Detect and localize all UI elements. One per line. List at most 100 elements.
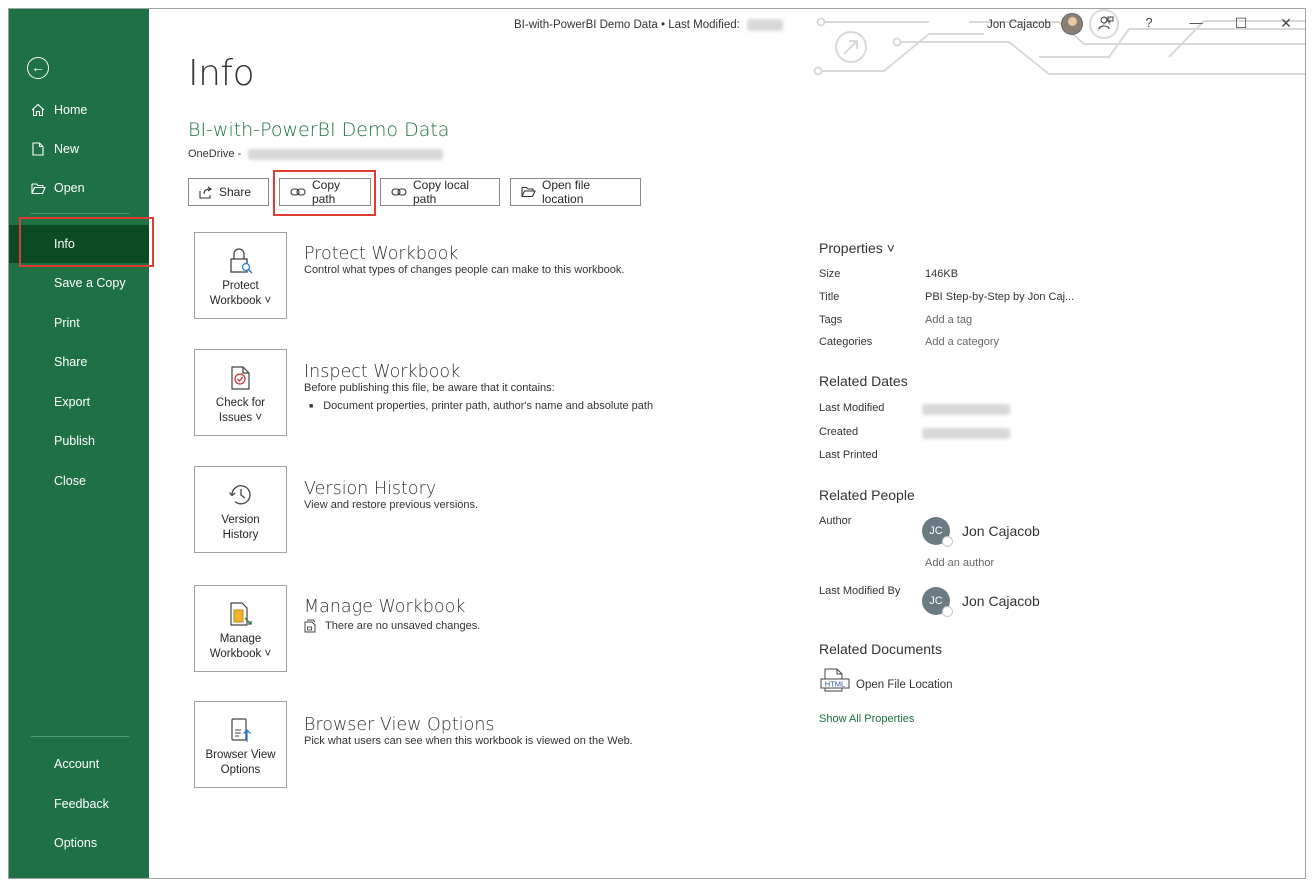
document-title-text: BI-with-PowerBI Demo Data • Last Modifie… — [514, 19, 740, 32]
blurred-created-date — [922, 428, 1010, 439]
property-value-title[interactable]: PBI Step-by-Step by Jon Caj... — [925, 291, 1074, 303]
author-name[interactable]: Jon Cajacob — [962, 523, 1040, 539]
sidebar-item-options[interactable]: Options — [9, 824, 149, 862]
sidebar-item-save-a-copy[interactable]: Save a Copy — [9, 264, 149, 302]
author-avatar[interactable]: JC — [922, 517, 953, 547]
browser-view-options-label: Browser View Options — [205, 749, 276, 776]
blurred-date — [747, 19, 784, 31]
sidebar-divider — [31, 736, 129, 737]
version-history-title: Version History — [304, 479, 437, 499]
share-icon — [199, 186, 213, 199]
manage-workbook-status: There are no unsaved changes. — [304, 619, 480, 633]
document-name: BI-with-PowerBI Demo Data — [188, 119, 450, 141]
manage-workbook-label: Manage Workbook ˅ — [209, 633, 272, 660]
sidebar-item-label: Share — [54, 355, 88, 369]
page-title: Info — [188, 53, 255, 94]
inspect-workbook-title: Inspect Workbook — [304, 362, 461, 382]
sidebar-item-print[interactable]: Print — [9, 304, 149, 342]
open-file-location-link[interactable]: Open File Location — [856, 679, 953, 691]
version-history-label: Version History — [221, 514, 260, 541]
protect-workbook-button[interactable]: Protect Workbook ˅ — [194, 232, 287, 319]
folder-open-icon — [521, 186, 536, 198]
sidebar-item-open[interactable]: Open — [9, 169, 149, 207]
sidebar-divider — [31, 213, 129, 214]
document-location: OneDrive - — [188, 148, 444, 160]
link-icon — [391, 187, 407, 197]
protect-workbook-label: Protect Workbook ˅ — [209, 280, 272, 307]
browser-view-options-title: Browser View Options — [304, 715, 495, 735]
show-all-properties-link[interactable]: Show All Properties — [819, 713, 914, 725]
browser-view-options-description: Pick what users can see when this workbo… — [304, 735, 633, 747]
window-title: BI-with-PowerBI Demo Data • Last Modifie… — [514, 19, 784, 32]
browser-view-options-button[interactable]: Browser View Options — [194, 701, 287, 788]
sidebar-item-label: Export — [54, 395, 91, 409]
sidebar-item-publish[interactable]: Publish — [9, 422, 149, 460]
minimize-icon[interactable]: — — [1186, 15, 1206, 30]
browser-view-icon — [226, 715, 256, 745]
version-history-button[interactable]: Version History — [194, 466, 287, 553]
last-modified-by-initials: JC — [929, 595, 943, 607]
last-modified-by-name[interactable]: Jon Cajacob — [962, 593, 1040, 609]
last-modified-by-label: Last Modified By — [819, 585, 901, 597]
feedback-person-icon[interactable] — [1096, 15, 1116, 34]
excel-backstage-window: ← Home New Open Info Save a Copy Print S… — [8, 8, 1306, 879]
author-initials: JC — [929, 525, 943, 537]
sidebar-item-account[interactable]: Account — [9, 745, 149, 783]
protect-workbook-title: Protect Workbook — [304, 244, 459, 264]
related-people-header: Related People — [819, 487, 915, 503]
sidebar-item-share[interactable]: Share — [9, 343, 149, 381]
manage-workbook-icon — [226, 599, 256, 629]
backstage-sidebar: ← Home New Open Info Save a Copy Print S… — [9, 9, 149, 878]
html-file-icon: HTML — [820, 668, 850, 692]
inspect-workbook-bullet: Document properties, printer path, autho… — [309, 400, 653, 412]
copy-path-highlight-box — [273, 170, 376, 216]
protect-workbook-description: Control what types of changes people can… — [304, 264, 625, 276]
open-file-location-button[interactable]: Open file location — [510, 178, 641, 206]
date-label-created: Created — [819, 426, 859, 438]
related-dates-header: Related Dates — [819, 373, 908, 389]
folder-open-icon — [29, 180, 47, 196]
user-avatar[interactable] — [1061, 13, 1083, 35]
presence-indicator — [942, 606, 953, 617]
check-for-issues-button[interactable]: Check for Issues ˅ — [194, 349, 287, 436]
user-name[interactable]: Jon Cajacob — [987, 19, 1051, 31]
add-category-field[interactable]: Add a category — [925, 336, 999, 348]
lock-icon — [226, 246, 256, 276]
related-documents-header: Related Documents — [819, 641, 942, 657]
close-icon[interactable]: ✕ — [1276, 15, 1296, 32]
sidebar-item-home[interactable]: Home — [9, 91, 149, 129]
properties-header[interactable]: Properties ˅ — [819, 240, 895, 256]
property-label-categories: Categories — [819, 336, 873, 348]
sidebar-item-new[interactable]: New — [9, 130, 149, 168]
info-highlight-box — [19, 217, 154, 267]
add-author-field[interactable]: Add an author — [925, 557, 994, 569]
home-icon — [29, 102, 47, 118]
help-icon[interactable]: ? — [1139, 15, 1159, 30]
share-button[interactable]: Share — [188, 178, 269, 206]
blurred-location — [248, 148, 444, 160]
add-tag-field[interactable]: Add a tag — [925, 314, 972, 326]
maximize-icon[interactable]: ☐ — [1231, 15, 1251, 32]
history-icon — [226, 480, 256, 510]
html-icon-text: HTML — [825, 679, 845, 688]
last-modified-by-avatar[interactable]: JC — [922, 587, 953, 617]
copy-local-path-button[interactable]: Copy local path — [380, 178, 500, 206]
author-label: Author — [819, 515, 852, 527]
manage-workbook-button[interactable]: Manage Workbook ˅ — [194, 585, 287, 672]
date-label-last-modified: Last Modified — [819, 402, 885, 414]
property-label-size: Size — [819, 268, 841, 280]
manage-workbook-title: Manage Workbook — [304, 597, 466, 617]
presence-indicator — [942, 536, 953, 547]
back-arrow-icon[interactable]: ← — [27, 57, 49, 79]
sidebar-item-label: New — [54, 142, 80, 156]
sidebar-item-close[interactable]: Close — [9, 462, 149, 500]
sidebar-item-label: Print — [54, 316, 80, 330]
sidebar-item-feedback[interactable]: Feedback — [9, 785, 149, 823]
new-document-icon — [29, 141, 47, 157]
sidebar-item-export[interactable]: Export — [9, 383, 149, 421]
manage-workbook-description: There are no unsaved changes. — [325, 620, 481, 632]
sidebar-item-label: Feedback — [54, 797, 109, 811]
inspect-document-icon — [226, 363, 256, 393]
open-file-location-label: Open file location — [542, 178, 591, 206]
property-label-title: Title — [819, 291, 840, 303]
